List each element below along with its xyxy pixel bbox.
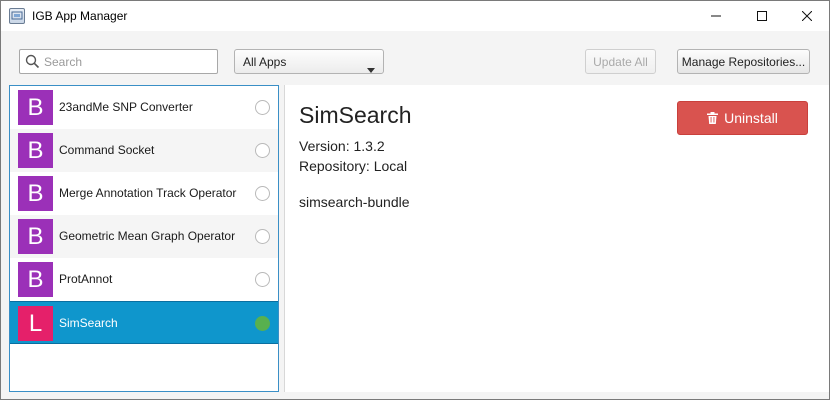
app-logo-icon — [9, 8, 25, 24]
app-badge: B — [18, 219, 53, 254]
list-item[interactable]: B Merge Annotation Track Operator — [10, 172, 278, 215]
app-name: Merge Annotation Track Operator — [59, 186, 237, 200]
filter-selected-value: All Apps — [243, 55, 287, 69]
uninstall-button[interactable]: Uninstall — [677, 101, 808, 135]
close-icon — [802, 11, 812, 21]
status-radio[interactable] — [255, 229, 270, 244]
app-name: Command Socket — [59, 143, 155, 157]
app-details-panel: SimSearch Version: 1.3.2 Repository: Loc… — [284, 85, 829, 392]
status-radio[interactable] — [255, 143, 270, 158]
list-item[interactable]: B Geometric Mean Graph Operator — [10, 215, 278, 258]
details-version: Version: 1.3.2 — [299, 138, 385, 154]
filter-dropdown[interactable]: All Apps — [234, 49, 384, 74]
minimize-icon — [711, 15, 721, 17]
app-badge: B — [18, 90, 53, 125]
list-item[interactable]: B ProtAnnot — [10, 258, 278, 301]
details-title: SimSearch — [299, 102, 412, 128]
manage-repositories-button[interactable]: Manage Repositories... — [677, 49, 810, 74]
chevron-down-icon — [367, 60, 375, 78]
app-name: Geometric Mean Graph Operator — [59, 229, 236, 243]
status-radio[interactable] — [255, 272, 270, 287]
app-badge: B — [18, 176, 53, 211]
app-name: SimSearch — [59, 316, 118, 330]
details-repository: Repository: Local — [299, 158, 408, 174]
search-icon — [25, 54, 40, 74]
app-name: 23andMe SNP Converter — [59, 100, 193, 114]
maximize-button[interactable] — [739, 1, 785, 31]
app-badge: L — [18, 306, 53, 341]
app-list[interactable]: B 23andMe SNP Converter B Command Socket B Me… — [9, 85, 279, 392]
update-all-button[interactable]: Update All — [585, 49, 656, 74]
window-title: IGB App Manager — [32, 9, 128, 23]
installed-status-indicator[interactable] — [255, 316, 270, 331]
trash-icon — [707, 112, 719, 124]
search-box[interactable] — [19, 49, 218, 74]
uninstall-label: Uninstall — [724, 110, 778, 126]
status-radio[interactable] — [255, 186, 270, 201]
details-description: simsearch-bundle — [299, 194, 410, 210]
status-radio[interactable] — [255, 100, 270, 115]
minimize-button[interactable] — [693, 1, 739, 31]
search-input[interactable] — [44, 52, 214, 71]
app-name: ProtAnnot — [59, 272, 113, 286]
app-badge: B — [18, 133, 53, 168]
list-item[interactable]: B Command Socket — [10, 129, 278, 172]
list-item[interactable]: L SimSearch — [10, 301, 278, 344]
title-bar[interactable]: IGB App Manager — [1, 1, 829, 31]
maximize-icon — [757, 11, 767, 21]
list-item[interactable]: B 23andMe SNP Converter — [10, 86, 278, 129]
close-button[interactable] — [784, 1, 830, 31]
app-manager-window: IGB App Manager All Apps Update All Mana… — [0, 0, 830, 400]
app-badge: B — [18, 262, 53, 297]
